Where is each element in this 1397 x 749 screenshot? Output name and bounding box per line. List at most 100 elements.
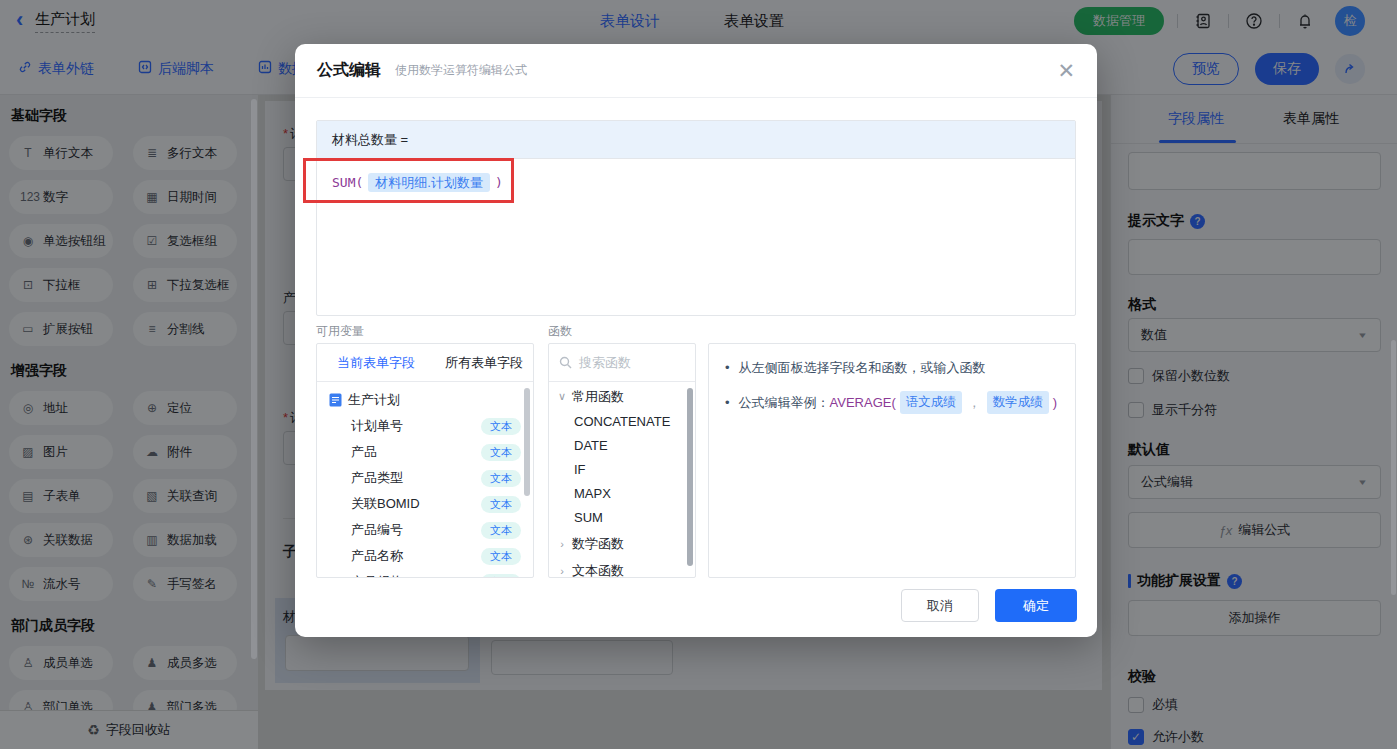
- variable-field-row[interactable]: 产品类型文本: [317, 465, 533, 491]
- tab-current-form-fields[interactable]: 当前表单字段: [337, 354, 415, 372]
- save-button[interactable]: 保存: [1255, 53, 1319, 85]
- palette-scrollbar[interactable]: [251, 99, 257, 659]
- function-search-input[interactable]: 搜索函数: [549, 344, 695, 382]
- field-type-关联查询[interactable]: ▧关联查询: [133, 479, 237, 513]
- field-type-icon: ⊕: [144, 401, 160, 415]
- thousand-checkbox[interactable]: 显示千分符: [1128, 401, 1217, 419]
- avatar[interactable]: 检: [1335, 6, 1365, 36]
- close-icon[interactable]: ✕: [1057, 60, 1075, 81]
- field-input[interactable]: [491, 640, 673, 675]
- function-item-CONCATENATE[interactable]: CONCATENATE: [549, 409, 695, 433]
- format-select[interactable]: 数值▼: [1128, 318, 1381, 352]
- function-item-DATE[interactable]: DATE: [549, 433, 695, 457]
- field-type-数据加载[interactable]: ▥数据加载: [133, 523, 237, 557]
- link-icon: [18, 60, 32, 77]
- field-type-下拉复选框[interactable]: ⊞下拉复选框: [133, 268, 237, 302]
- help-icon[interactable]: [1242, 9, 1266, 33]
- variable-field-row[interactable]: 计划单号文本: [317, 413, 533, 439]
- chevron-down-icon: ∨: [557, 390, 567, 403]
- function-group-文本函数[interactable]: ›文本函数: [549, 558, 695, 578]
- bell-icon[interactable]: [1293, 9, 1317, 33]
- field-type-icon: ≡: [144, 322, 160, 336]
- field-type-地址[interactable]: ◎地址: [9, 391, 113, 425]
- field-type-手写签名[interactable]: ✎手写签名: [133, 567, 237, 601]
- field-type-多行文本[interactable]: ≣多行文本: [133, 136, 237, 170]
- field-type-关联数据[interactable]: ⊛关联数据: [9, 523, 113, 557]
- data-permission-icon: [258, 60, 272, 77]
- tab-form-properties[interactable]: 表单属性: [1283, 110, 1339, 128]
- toolbar-link-link[interactable]: 表单外链: [18, 60, 94, 78]
- variables-scrollbar[interactable]: [524, 388, 530, 496]
- field-type-icon: ≣: [144, 146, 160, 160]
- function-group-常用函数[interactable]: ∨常用函数: [549, 384, 695, 409]
- hint-label: 提示文字?: [1128, 212, 1205, 230]
- field-type-成员单选[interactable]: ♙成员单选: [9, 646, 113, 680]
- back-icon[interactable]: ‹: [16, 9, 23, 31]
- function-group-数学函数[interactable]: ›数学函数: [549, 531, 695, 556]
- topbar-tabs: 表单设计 表单设置: [600, 0, 784, 42]
- field-type-icon: ▧: [144, 489, 160, 503]
- divider: [1279, 14, 1280, 28]
- field-type-badge: 文本: [481, 574, 521, 579]
- chevron-down-icon: ▼: [1357, 478, 1368, 486]
- divider: [1228, 14, 1229, 28]
- field-type-分割线[interactable]: ≡分割线: [133, 312, 237, 346]
- variable-field-row[interactable]: 关联BOMID文本: [317, 491, 533, 517]
- share-icon[interactable]: [1335, 54, 1365, 84]
- tab-form-design[interactable]: 表单设计: [600, 12, 660, 31]
- field-type-子表单[interactable]: ▤子表单: [9, 479, 113, 513]
- field-type-附件[interactable]: ☁附件: [133, 435, 237, 469]
- field-type-流水号[interactable]: №流水号: [9, 567, 113, 601]
- field-input[interactable]: [285, 635, 469, 671]
- edit-formula-button[interactable]: ƒx编辑公式: [1128, 512, 1381, 548]
- question-icon[interactable]: ?: [1227, 574, 1242, 589]
- properties-panel: 字段属性 表单属性 提示文字? 格式 数值▼ 保留小数位数 显示千分符 默认值 …: [1110, 95, 1397, 749]
- add-action-button[interactable]: 添加操作: [1128, 600, 1381, 636]
- properties-scrollbar[interactable]: [1391, 340, 1396, 595]
- variable-field-row[interactable]: 产品规格文本: [317, 569, 533, 578]
- hint-input[interactable]: [1128, 239, 1381, 275]
- function-item-MAPX[interactable]: MAPX: [549, 481, 695, 505]
- field-type-icon: ◎: [20, 401, 36, 415]
- tab-all-form-fields[interactable]: 所有表单字段: [445, 354, 523, 372]
- confirm-button[interactable]: 确定: [995, 589, 1077, 622]
- variables-panel: 当前表单字段 所有表单字段 生产计划 计划单号文本产品文本产品类型文本关联BOM…: [316, 343, 534, 578]
- tab-field-properties[interactable]: 字段属性: [1168, 110, 1224, 128]
- field-type-成员多选[interactable]: ♟成员多选: [133, 646, 237, 680]
- default-value-select[interactable]: 公式编辑▼: [1128, 465, 1381, 499]
- allow-decimal-checkbox[interactable]: ✓允许小数: [1128, 728, 1204, 746]
- variable-field-row[interactable]: 产品文本: [317, 439, 533, 465]
- variable-field-row[interactable]: 产品编号文本: [317, 517, 533, 543]
- decimal-checkbox[interactable]: 保留小数位数: [1128, 367, 1230, 385]
- field-type-单选按钮组[interactable]: ◉单选按钮组: [9, 224, 113, 258]
- field-type-扩展按钮[interactable]: ▭扩展按钮: [9, 312, 113, 346]
- form-designer-page: ‹ 生产计划 表单设计 表单设置 数据管理 检 表单外链后端脚本数据权限: [0, 0, 1397, 749]
- field-type-定位[interactable]: ⊕定位: [133, 391, 237, 425]
- field-type-icon: ♙: [20, 656, 36, 670]
- function-item-SUM[interactable]: SUM: [549, 505, 695, 529]
- field-type-日期时间[interactable]: ▦日期时间: [133, 180, 237, 214]
- functions-scrollbar[interactable]: [687, 388, 693, 566]
- example-field-tag: 语文成绩: [900, 391, 962, 414]
- function-item-IF[interactable]: IF: [549, 457, 695, 481]
- field-type-下拉框[interactable]: ⊡下拉框: [9, 268, 113, 302]
- toolbar-link-script[interactable]: 后端脚本: [138, 60, 214, 78]
- required-checkbox[interactable]: 必填: [1128, 696, 1178, 714]
- question-icon[interactable]: ?: [1190, 214, 1205, 229]
- formula-edit-modal: 公式编辑 使用数学运算符编辑公式 ✕ 材料总数量 = SUM(材料明细.计划数量…: [295, 44, 1097, 637]
- field-palette: 基础字段T单行文本≣多行文本123数字▦日期时间◉单选按钮组☑复选框组⊡下拉框⊞…: [0, 95, 258, 749]
- variable-field-row[interactable]: 产品名称文本: [317, 543, 533, 569]
- field-recycle-button[interactable]: ♻ 字段回收站: [0, 710, 258, 749]
- tab-form-settings[interactable]: 表单设置: [724, 12, 784, 31]
- cancel-button[interactable]: 取消: [901, 589, 979, 622]
- field-type-复选框组[interactable]: ☑复选框组: [133, 224, 237, 258]
- field-title-input[interactable]: [1128, 152, 1381, 190]
- preview-button[interactable]: 预览: [1173, 53, 1239, 85]
- field-type-单行文本[interactable]: T单行文本: [9, 136, 113, 170]
- active-tab-underline: [1159, 140, 1236, 143]
- tree-root[interactable]: 生产计划: [317, 386, 533, 413]
- field-type-数字[interactable]: 123数字: [9, 180, 113, 214]
- contacts-icon[interactable]: [1191, 9, 1215, 33]
- field-type-图片[interactable]: ▨图片: [9, 435, 113, 469]
- data-manage-button[interactable]: 数据管理: [1074, 7, 1164, 35]
